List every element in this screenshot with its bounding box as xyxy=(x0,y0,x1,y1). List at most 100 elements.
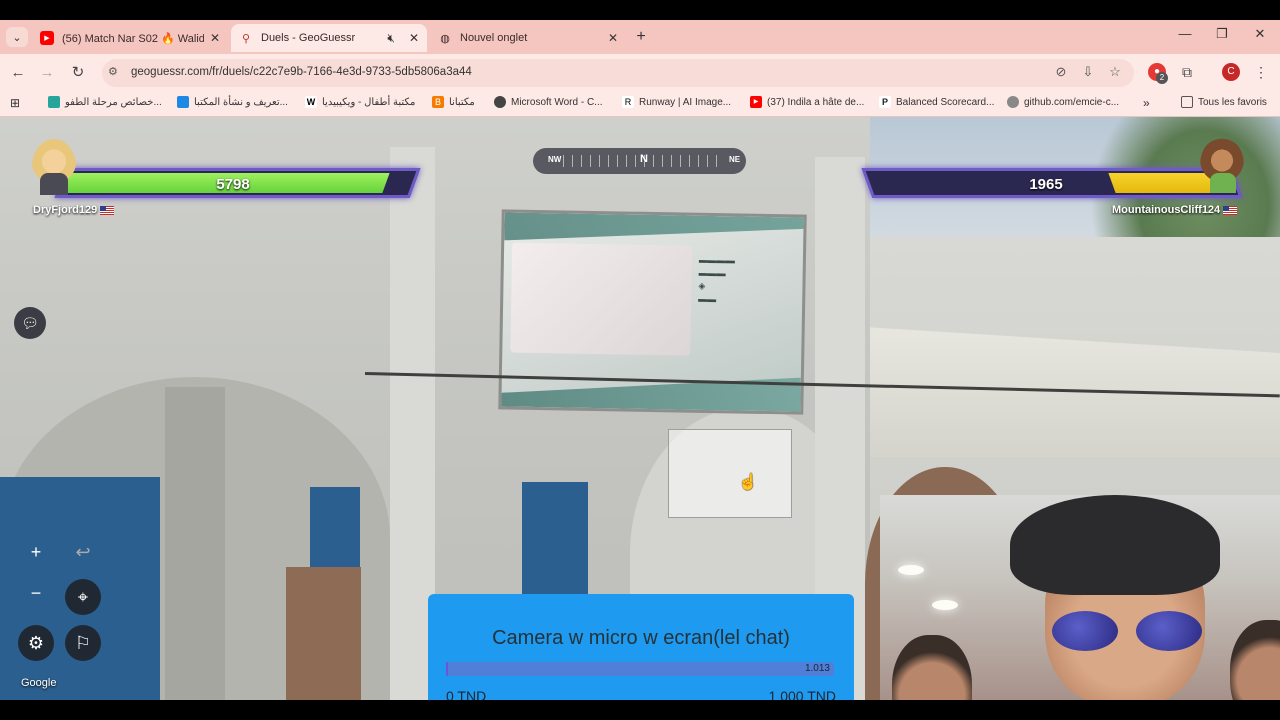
tab-geoguessr[interactable]: ⚲ Duels - GeoGuessr 🔇︎ ✕ xyxy=(231,24,427,52)
runway-icon: R xyxy=(622,96,634,108)
settings-button[interactable]: ⚙ xyxy=(18,625,54,661)
bookmark-item[interactable]: Microsoft Word - C... xyxy=(494,96,603,108)
minus-icon: − xyxy=(30,583,42,603)
undo-arrow-icon: ↩ xyxy=(75,542,91,562)
close-icon[interactable]: ✕ xyxy=(608,31,618,45)
top-letterbox xyxy=(0,0,1280,20)
street-view[interactable]: ▬▬▬▬ ▬▬▬ ◈ ▬▬ ☝ NW N NE 5798 DryFjord129 19… xyxy=(0,117,1280,700)
bookmark-item[interactable]: B مكتبانا xyxy=(432,96,475,108)
webcam-overlay xyxy=(880,495,1280,700)
minimize-button[interactable]: — xyxy=(1175,26,1195,41)
person-background xyxy=(1230,620,1280,700)
compass-ne-label: NE xyxy=(729,155,741,164)
player-right-health-value: 1965 xyxy=(1029,176,1063,193)
mouse-cursor-icon: ☝ xyxy=(738,474,758,491)
donation-title: Camera w micro w ecran(lel chat) xyxy=(492,627,790,649)
tab-title: (56) Match Nar S02 🔥 Walid D xyxy=(62,32,204,45)
zoom-in-button[interactable]: + xyxy=(18,534,54,570)
restore-button[interactable]: ❐ xyxy=(1212,26,1232,42)
wooden-panel xyxy=(286,567,361,700)
tab-title: Nouvel onglet xyxy=(460,32,528,44)
billboard-photo xyxy=(510,242,693,356)
youtube-icon: ▶ xyxy=(750,96,762,108)
ladder xyxy=(165,387,225,700)
bookmark-item[interactable]: W مكتبة أطفال - ويكيبيديا xyxy=(305,96,415,108)
plus-icon: + xyxy=(30,542,42,562)
reload-button[interactable]: ↻ xyxy=(67,62,89,84)
arrow-left-icon: ← xyxy=(10,64,26,81)
ceiling-light xyxy=(932,600,958,610)
new-tab-button[interactable]: + xyxy=(632,27,650,47)
bookmark-star-icon[interactable]: ☆ xyxy=(1106,64,1124,80)
apps-grid-icon[interactable]: ⊞ xyxy=(10,96,20,110)
donation-min-label: 0 TND xyxy=(446,688,487,700)
bookmark-item[interactable]: P Balanced Scorecard... xyxy=(879,96,994,108)
close-icon[interactable]: ✕ xyxy=(210,31,220,45)
google-logo: Google xyxy=(21,677,57,689)
tab-new[interactable]: ◍ Nouvel onglet ✕ xyxy=(430,24,626,52)
ceiling-light xyxy=(898,565,924,575)
zoom-out-button[interactable]: − xyxy=(18,575,54,611)
donation-max-label: 1 000 TND xyxy=(768,688,836,700)
plus-icon: + xyxy=(636,28,646,45)
tab-search-button[interactable]: ⌄ xyxy=(6,27,28,47)
page-icon xyxy=(177,96,189,108)
arrow-right-icon: → xyxy=(39,64,55,81)
billboard-text: ▬▬▬▬ ▬▬▬ ◈ ▬▬ xyxy=(698,254,735,305)
all-bookmarks[interactable]: Tous les favoris xyxy=(1181,96,1267,108)
sunglasses xyxy=(1052,611,1202,651)
compass-nw-label: NW xyxy=(548,155,562,164)
bookmark-item[interactable]: خصائص مرحلة الطفو... xyxy=(48,96,162,108)
eye-off-icon[interactable]: ⊘ xyxy=(1052,64,1070,80)
gear-icon: ⚙ xyxy=(27,633,45,653)
install-app-icon[interactable]: ⇩ xyxy=(1079,64,1097,80)
tab-title: Duels - GeoGuessr xyxy=(261,32,356,44)
menu-kebab-icon[interactable]: ⋮ xyxy=(1252,63,1270,81)
chrome-icon: ◍ xyxy=(440,32,450,45)
player-left-name: DryFjord129 xyxy=(33,204,115,216)
web-icon xyxy=(48,96,60,108)
site-info-icon[interactable]: ⚙ xyxy=(108,65,122,79)
billboard-stripe xyxy=(504,212,803,245)
extensions-puzzle-icon[interactable]: ⧉ xyxy=(1178,63,1196,81)
location-pin-icon: ⌖ xyxy=(77,587,89,607)
donation-goal-widget: Camera w micro w ecran(lel chat) 1.013 0… xyxy=(428,594,854,700)
url-text[interactable]: geoguessr.com/fr/duels/c22c7e9b-7166-4e3… xyxy=(131,66,472,78)
blogger-icon: B xyxy=(432,96,444,108)
chat-bubble-icon: 💬︎ xyxy=(21,315,39,331)
more-bookmarks-chevron-icon[interactable]: » xyxy=(1143,96,1150,110)
return-to-start-button[interactable]: ⌖ xyxy=(65,579,101,615)
compass-n-label: N xyxy=(640,153,648,165)
tab-youtube[interactable]: ▶ (56) Match Nar S02 🔥 Walid D ✕ xyxy=(32,24,228,52)
us-flag-icon xyxy=(1223,205,1238,215)
p-icon: P xyxy=(879,96,891,108)
donation-count: 1.013 xyxy=(804,663,830,674)
person-background xyxy=(892,635,972,700)
chevron-down-icon: ⌄ xyxy=(12,31,22,44)
mute-icon[interactable]: 🔇︎ xyxy=(387,31,395,46)
donation-progress-bar: 1.013 xyxy=(446,662,834,676)
us-flag-icon xyxy=(100,205,115,215)
bookmark-item[interactable]: R Runway | AI Image... xyxy=(622,96,731,108)
bookmark-item[interactable]: ▶ (37) Indila a hâte de... xyxy=(750,96,864,108)
player-left-health-value: 5798 xyxy=(216,176,250,193)
checkpoint-button[interactable]: ⚐ xyxy=(65,625,101,661)
geoguessr-icon: ⚲ xyxy=(241,32,251,45)
avatar xyxy=(1200,137,1244,193)
folder-icon xyxy=(1181,96,1193,108)
undo-button[interactable]: ↩ xyxy=(65,534,101,570)
youtube-icon: ▶ xyxy=(40,31,54,45)
close-icon[interactable]: ✕ xyxy=(409,31,419,45)
forward-button[interactable]: → xyxy=(36,62,58,84)
reload-icon: ↻ xyxy=(71,64,85,81)
close-window-button[interactable]: ✕ xyxy=(1250,26,1270,42)
profile-avatar[interactable]: C xyxy=(1222,63,1240,81)
hover-box xyxy=(668,429,792,518)
bookmark-item[interactable]: تعريف و نشأة المكتبا... xyxy=(177,96,288,108)
compass[interactable]: NW N NE xyxy=(533,148,746,174)
flag-icon: ⚐ xyxy=(74,633,92,653)
bookmark-item[interactable]: github.com/emcie-c... xyxy=(1007,96,1119,108)
chat-button[interactable]: 💬︎ xyxy=(14,307,46,339)
back-button[interactable]: ← xyxy=(7,62,29,84)
streamer-cap xyxy=(1010,495,1220,595)
